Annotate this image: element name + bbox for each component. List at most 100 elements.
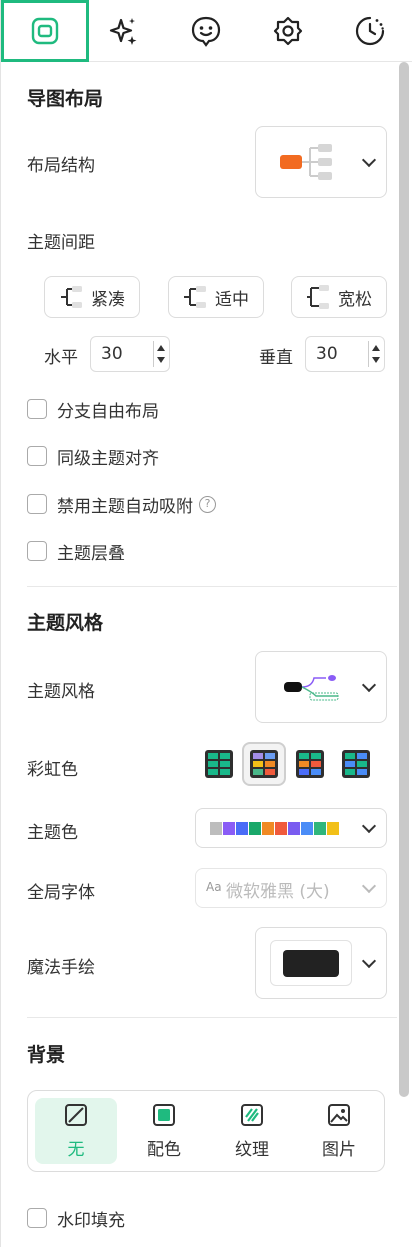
tab-ai[interactable] xyxy=(83,0,165,62)
layout-section-title: 导图布局 xyxy=(27,88,104,110)
disable-auto-snap-checkbox[interactable]: 禁用主题自动吸附 ? xyxy=(27,493,216,517)
spacing-loose-button[interactable]: 宽松 xyxy=(291,276,387,318)
color-swatch xyxy=(301,822,313,835)
magic-handdrawn-label: 魔法手绘 xyxy=(27,958,95,978)
stepper-arrows-icon[interactable] xyxy=(368,341,380,367)
color-swatch xyxy=(262,822,274,835)
chevron-down-icon xyxy=(361,878,377,894)
checkbox-box[interactable] xyxy=(27,541,47,561)
vertical-label: 垂直 xyxy=(259,348,293,368)
color-swatch xyxy=(314,822,326,835)
vertical-value: 30 xyxy=(316,344,338,364)
mindmap-structure-icon xyxy=(280,144,332,180)
global-font-label: 全局字体 xyxy=(27,883,95,903)
checkbox-box[interactable] xyxy=(27,1208,47,1228)
color-swatch xyxy=(223,822,235,835)
spacing-compact-label: 紧凑 xyxy=(91,289,125,310)
watermark-fill-checkbox[interactable]: 水印填充 xyxy=(27,1207,125,1231)
horizontal-spacing-stepper[interactable]: 30 xyxy=(90,336,170,372)
magic-handdrawn-dropdown[interactable] xyxy=(255,927,387,999)
handdrawn-preview-swatch xyxy=(283,950,339,977)
vertical-spacing-stepper[interactable]: 30 xyxy=(305,336,385,372)
checkbox-label: 水印填充 xyxy=(57,1210,125,1231)
tab-sticker[interactable] xyxy=(165,0,247,62)
layout-tab-icon xyxy=(31,17,59,45)
tab-layout[interactable] xyxy=(1,0,89,62)
spacing-medium-button[interactable]: 适中 xyxy=(168,276,264,318)
tab-history[interactable] xyxy=(329,0,411,62)
topic-style-dropdown[interactable] xyxy=(255,651,387,723)
layout-structure-label: 布局结构 xyxy=(27,156,95,176)
color-swatch xyxy=(249,822,261,835)
color-swatch xyxy=(288,822,300,835)
horizontal-value: 30 xyxy=(101,344,123,364)
background-section-title: 背景 xyxy=(27,1044,66,1066)
smiley-icon xyxy=(191,16,221,47)
font-value: 微软雅黑 (大) xyxy=(226,882,330,902)
section-divider xyxy=(27,1017,397,1018)
tab-theme[interactable] xyxy=(247,0,329,62)
color-swatch xyxy=(327,822,339,835)
gear-flower-icon xyxy=(273,16,303,46)
spacing-loose-label: 宽松 xyxy=(338,289,372,310)
spacing-compact-button[interactable]: 紧凑 xyxy=(44,276,140,318)
color-swatch xyxy=(275,822,287,835)
panel-tab-bar xyxy=(1,0,412,62)
topic-spacing-label: 主题间距 xyxy=(27,233,95,253)
texture-icon xyxy=(241,1103,263,1126)
checkbox-label: 禁用主题自动吸附 xyxy=(57,496,193,517)
color-fill-icon xyxy=(153,1103,175,1126)
align-siblings-checkbox[interactable]: 同级主题对齐 xyxy=(27,445,159,469)
topic-overlap-checkbox[interactable]: 主题层叠 xyxy=(27,540,125,564)
sparkle-icon xyxy=(109,18,137,45)
chevron-down-icon xyxy=(361,152,377,168)
background-texture-label: 纹理 xyxy=(235,1139,269,1160)
rainbow-multicolor-option[interactable] xyxy=(242,742,286,786)
checkbox-box[interactable] xyxy=(27,494,47,514)
spacing-compact-icon xyxy=(61,286,82,308)
background-image-option[interactable]: 图片 xyxy=(298,1098,380,1164)
style-section-title: 主题风格 xyxy=(27,612,104,634)
help-icon[interactable]: ? xyxy=(199,495,216,513)
layout-structure-dropdown[interactable] xyxy=(255,126,387,198)
chevron-down-icon xyxy=(361,953,377,969)
section-divider xyxy=(27,586,397,587)
background-options: 无 配色 纹理 图片 xyxy=(27,1090,385,1172)
rainbow-multicolor-icon xyxy=(250,750,278,778)
theme-color-dropdown[interactable] xyxy=(195,808,387,848)
rainbow-warm-option[interactable] xyxy=(295,749,325,779)
checkbox-label: 同级主题对齐 xyxy=(57,448,159,469)
stepper-arrows-icon[interactable] xyxy=(153,341,165,367)
background-image-label: 图片 xyxy=(322,1139,356,1160)
clock-icon xyxy=(355,16,385,46)
global-font-dropdown[interactable]: Aa 微软雅黑 (大) xyxy=(195,868,387,908)
chevron-down-icon xyxy=(361,677,377,693)
checkbox-label: 分支自由布局 xyxy=(57,401,159,422)
no-fill-icon xyxy=(65,1103,87,1126)
color-palette-swatches xyxy=(210,822,339,835)
checkbox-label: 主题层叠 xyxy=(57,543,125,564)
topic-style-label: 主题风格 xyxy=(27,682,95,702)
background-color-label: 配色 xyxy=(147,1139,181,1160)
image-icon xyxy=(328,1103,350,1126)
spacing-loose-icon xyxy=(307,285,329,309)
handdrawn-preview-frame xyxy=(270,940,352,986)
background-none-label: 无 xyxy=(67,1139,85,1160)
spacing-medium-icon xyxy=(184,286,206,308)
rainbow-label: 彩虹色 xyxy=(27,760,78,780)
background-color-option[interactable]: 配色 xyxy=(123,1098,205,1164)
topic-style-preview-icon xyxy=(284,675,339,701)
background-texture-option[interactable]: 纹理 xyxy=(211,1098,293,1164)
format-panel: 导图布局 布局结构 主题间距 紧凑 适中 宽松 水平 30 垂直 30 分支自由… xyxy=(0,0,412,1247)
checkbox-box[interactable] xyxy=(27,399,47,419)
scrollbar[interactable] xyxy=(399,62,409,1097)
rainbow-cool-option[interactable] xyxy=(341,749,371,779)
chevron-down-icon xyxy=(361,818,377,834)
checkbox-box[interactable] xyxy=(27,446,47,466)
free-branch-layout-checkbox[interactable]: 分支自由布局 xyxy=(27,398,159,422)
background-none-option[interactable]: 无 xyxy=(35,1098,117,1164)
color-swatch xyxy=(210,822,222,835)
rainbow-green-option[interactable] xyxy=(204,749,234,779)
spacing-medium-label: 适中 xyxy=(215,289,249,310)
font-aa-icon: Aa xyxy=(206,880,222,894)
